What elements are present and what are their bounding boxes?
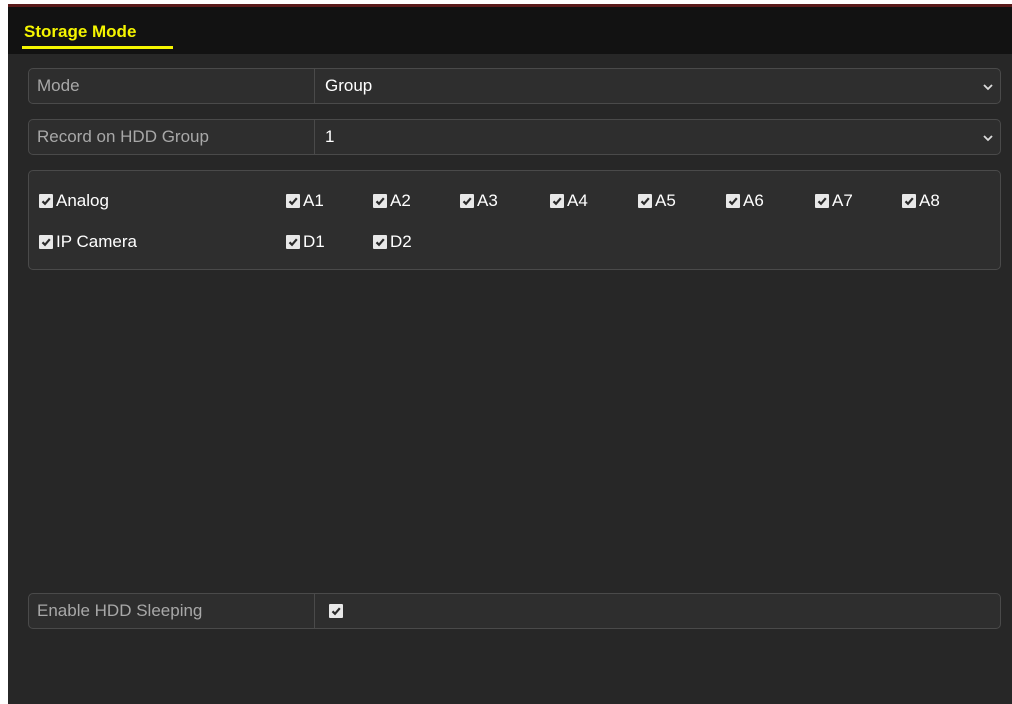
channel-label: A5	[655, 191, 676, 210]
chevron-down-icon	[983, 135, 993, 142]
tab-storage-mode[interactable]: Storage Mode	[24, 21, 136, 45]
channel-a3-checkbox[interactable]: A3	[460, 189, 498, 213]
channel-label: A2	[390, 191, 411, 210]
channel-a5-checkbox[interactable]: A5	[638, 189, 676, 213]
channel-label: A3	[477, 191, 498, 210]
checkbox-checked-icon	[460, 194, 474, 208]
mode-select[interactable]: Group	[325, 69, 1000, 103]
mode-row: Mode Group	[28, 68, 1001, 104]
channel-d2-checkbox[interactable]: D2	[373, 230, 412, 254]
hdd-sleeping-checkbox[interactable]	[329, 604, 343, 618]
channel-label: A7	[832, 191, 853, 210]
hdd-sleeping-label: Enable HDD Sleeping	[29, 594, 315, 628]
chevron-down-icon	[983, 84, 993, 91]
checkbox-checked-icon	[638, 194, 652, 208]
ip-camera-all-checkbox[interactable]: IP Camera	[39, 230, 137, 254]
channel-label: A6	[743, 191, 764, 210]
checkbox-checked-icon	[815, 194, 829, 208]
channel-a8-checkbox[interactable]: A8	[902, 189, 940, 213]
channel-label: A1	[303, 191, 324, 210]
channel-d1-checkbox[interactable]: D1	[286, 230, 325, 254]
channel-selection-panel: Analog A1 A2 A3 A4 A5 A6 A7 A8 IP Camera…	[28, 170, 1001, 270]
storage-settings-window: Storage Mode Mode Group Record on HDD Gr…	[8, 4, 1012, 704]
channel-label: A8	[919, 191, 940, 210]
hdd-sleeping-row: Enable HDD Sleeping	[28, 593, 1001, 629]
checkbox-checked-icon	[726, 194, 740, 208]
hdd-sleeping-value	[325, 594, 1000, 628]
channel-a1-checkbox[interactable]: A1	[286, 189, 324, 213]
checkbox-checked-icon	[902, 194, 916, 208]
tab-bar: Storage Mode	[8, 7, 1012, 54]
record-group-select-value: 1	[325, 127, 335, 146]
checkbox-checked-icon	[286, 194, 300, 208]
channel-a6-checkbox[interactable]: A6	[726, 189, 764, 213]
checkbox-checked-icon	[39, 235, 53, 249]
record-group-label: Record on HDD Group	[29, 120, 315, 154]
checkbox-checked-icon	[550, 194, 564, 208]
checkbox-checked-icon	[373, 235, 387, 249]
channel-a7-checkbox[interactable]: A7	[815, 189, 853, 213]
mode-label: Mode	[29, 69, 315, 103]
channel-label: D1	[303, 232, 325, 251]
channel-label: A4	[567, 191, 588, 210]
record-group-select[interactable]: 1	[325, 120, 1000, 154]
mode-select-value: Group	[325, 76, 373, 95]
checkbox-checked-icon	[286, 235, 300, 249]
channel-a2-checkbox[interactable]: A2	[373, 189, 411, 213]
analog-all-checkbox[interactable]: Analog	[39, 189, 109, 213]
analog-label: Analog	[56, 191, 109, 210]
ip-camera-label: IP Camera	[56, 232, 137, 251]
checkbox-checked-icon	[373, 194, 387, 208]
record-group-row: Record on HDD Group 1	[28, 119, 1001, 155]
checkbox-checked-icon	[39, 194, 53, 208]
active-tab-indicator	[22, 46, 173, 49]
channel-a4-checkbox[interactable]: A4	[550, 189, 588, 213]
channel-label: D2	[390, 232, 412, 251]
